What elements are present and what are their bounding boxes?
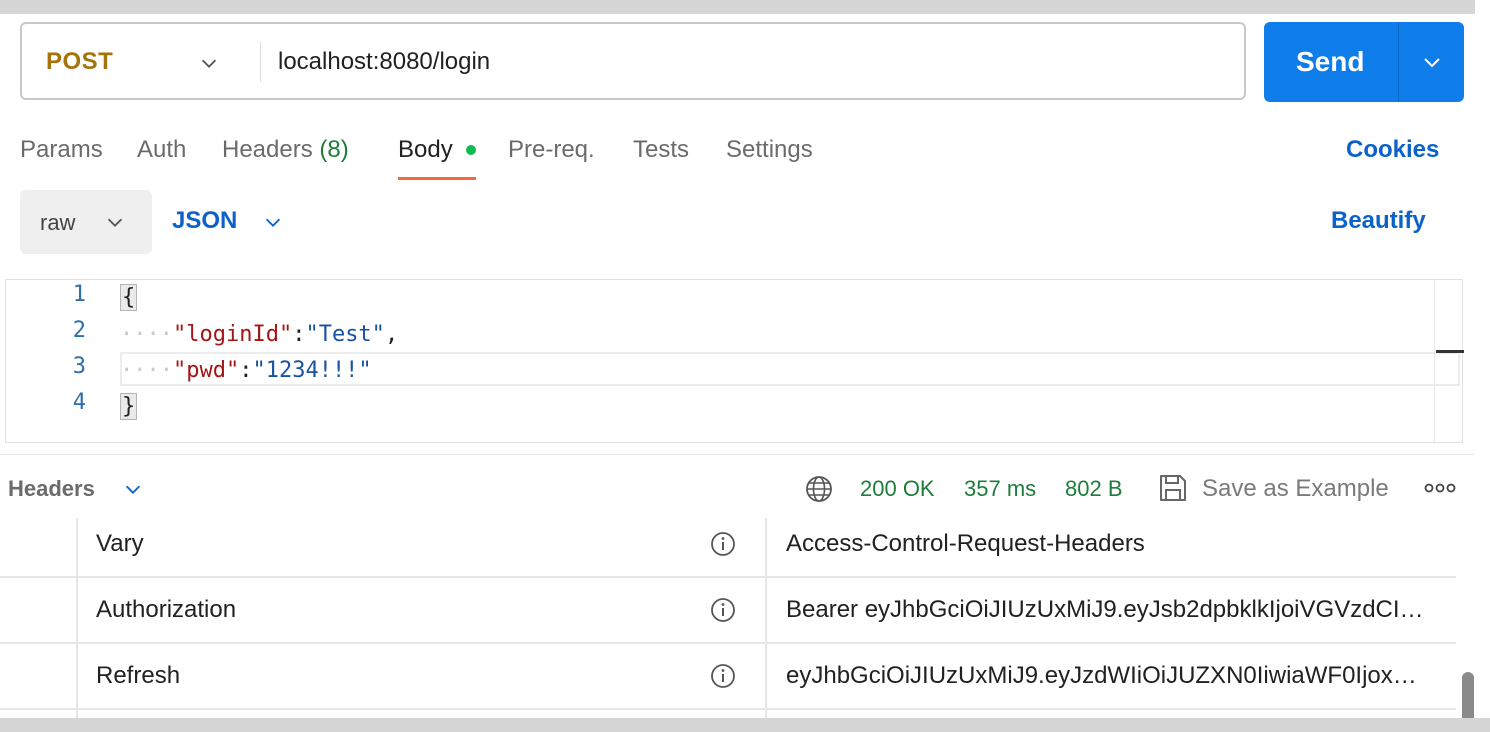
json-comma: , (384, 322, 399, 347)
json-key: "loginId" (172, 322, 293, 347)
json-key: "pwd" (172, 358, 240, 383)
save-icon[interactable] (1158, 473, 1188, 503)
tab-headers[interactable]: Headers (8) (222, 136, 349, 164)
window-border (0, 718, 1490, 732)
info-icon[interactable] (709, 662, 737, 690)
chevron-down-icon[interactable] (198, 52, 220, 74)
code-line: ····"loginId":"Test", (120, 317, 398, 353)
header-key: Authorization (96, 596, 237, 623)
chevron-down-icon (107, 218, 123, 227)
save-as-example-button[interactable]: Save as Example (1202, 475, 1389, 503)
json-colon: : (239, 358, 253, 383)
json-value: "Test" (305, 322, 385, 347)
tab-params[interactable]: Params (20, 136, 103, 164)
response-size[interactable]: 802 B (1065, 476, 1123, 502)
indent-guide: ···· (120, 358, 173, 383)
body-indicator-dot (466, 145, 476, 155)
response-section-select[interactable]: Headers (8, 476, 95, 502)
line-number: 1 (72, 282, 86, 307)
window-border (0, 0, 1490, 14)
table-row-divider (0, 642, 1456, 644)
brace-close: } (120, 393, 138, 420)
line-number: 2 (72, 318, 86, 343)
brace-open: { (120, 284, 138, 311)
info-icon[interactable] (709, 530, 737, 558)
app-window: POST localhost:8080/login Send Params Au… (0, 0, 1475, 718)
headers-count-badge: (8) (319, 136, 349, 163)
url-bar: POST localhost:8080/login (20, 22, 1246, 100)
chevron-down-icon[interactable] (122, 478, 144, 500)
code-line: } (120, 389, 138, 425)
chevron-down-icon[interactable] (1420, 50, 1444, 74)
response-time[interactable]: 357 ms (964, 476, 1036, 502)
tab-settings[interactable]: Settings (726, 136, 813, 164)
language-select[interactable]: JSON (172, 207, 237, 235)
send-button-label: Send (1296, 46, 1365, 77)
json-value: "1234!!!" (252, 358, 372, 383)
indent-guide: ···· (120, 322, 173, 347)
code-line: ····"pwd":"1234!!!" (120, 353, 372, 389)
divider (260, 42, 261, 82)
divider (1398, 22, 1399, 102)
info-icon[interactable] (709, 596, 737, 624)
code-editor[interactable]: 1 2 3 4 { ····"loginId":"Test", ····"pwd… (5, 279, 1464, 443)
beautify-button[interactable]: Beautify (1331, 207, 1426, 235)
header-value: eyJhbGciOiJIUzUxMiJ9.eyJzdWIiOiJUZXN0Iiw… (786, 662, 1417, 689)
body-mode-select[interactable]: raw (20, 190, 152, 254)
active-tab-underline (398, 177, 476, 180)
method-select[interactable]: POST (46, 48, 113, 76)
table-column-divider (765, 518, 767, 718)
header-value: Bearer eyJhbGciOiJIUzUxMiJ9.eyJsb2dpbklk… (786, 596, 1424, 623)
table-row-divider (0, 708, 1456, 710)
send-button[interactable]: Send (1264, 22, 1464, 102)
code-line: { (120, 280, 138, 316)
more-options-icon[interactable] (1424, 480, 1456, 496)
table-column-divider (76, 518, 78, 718)
divider (0, 454, 1475, 455)
line-number: 3 (72, 354, 86, 379)
table-row-divider (0, 576, 1456, 578)
editor-scroll-marker (1436, 350, 1464, 353)
globe-icon[interactable] (804, 474, 834, 504)
header-key: Vary (96, 530, 144, 557)
header-value: Access-Control-Request-Headers (786, 530, 1145, 557)
tab-pre-request[interactable]: Pre-req. (508, 136, 595, 164)
line-number: 4 (72, 390, 86, 415)
tab-auth[interactable]: Auth (137, 136, 186, 164)
header-key: Refresh (96, 662, 181, 689)
chevron-down-icon[interactable] (262, 211, 284, 233)
editor-scrollbar-track[interactable] (1434, 280, 1435, 442)
cookies-link[interactable]: Cookies (1346, 136, 1439, 164)
window-border (1475, 0, 1490, 732)
response-status[interactable]: 200 OK (860, 476, 935, 502)
body-mode-label: raw (40, 210, 76, 235)
json-colon: : (292, 322, 306, 347)
tab-headers-label: Headers (222, 136, 313, 163)
tab-tests[interactable]: Tests (633, 136, 689, 164)
url-input[interactable]: localhost:8080/login (278, 48, 490, 76)
tab-body[interactable]: Body (398, 136, 453, 164)
